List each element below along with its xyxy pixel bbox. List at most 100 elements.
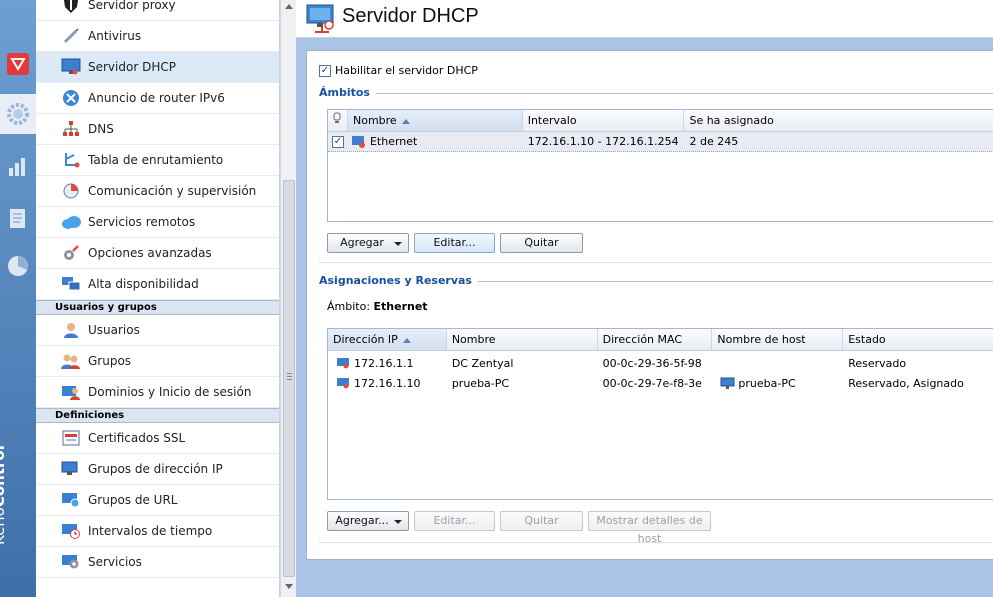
nav-item-ssl-certificates[interactable]: Certificados SSL — [36, 423, 279, 454]
reservation-remove-button[interactable]: Quitar — [500, 511, 583, 531]
rail-configuration-button[interactable] — [0, 94, 36, 134]
nav-item-remote-services[interactable]: Servicios remotos — [36, 207, 279, 238]
reservations-scope-label: Ámbito: Ethernet — [327, 300, 428, 313]
nav-item-routing-table[interactable]: Tabla de enrutamiento — [36, 145, 279, 176]
servers-icon — [60, 273, 82, 295]
shield-icon — [60, 0, 82, 16]
scope-add-button[interactable]: Agregar — [327, 233, 409, 253]
reservation-row[interactable]: 172.16.1.10 prueba-PC 00-0c-29-7e-f8-3e … — [328, 373, 993, 393]
column-mac-address[interactable]: Dirección MAC — [598, 329, 713, 350]
nav-scrollbar[interactable] — [280, 0, 296, 597]
pie-icon — [60, 180, 82, 202]
scope-edit-button[interactable]: Editar... — [414, 233, 495, 253]
reservations-scope-value: Ethernet — [373, 300, 428, 313]
reservation-add-button[interactable]: Agregar... — [327, 511, 409, 531]
app-rail: KerioControl — [0, 0, 36, 597]
cloud-icon — [60, 211, 82, 233]
scroll-up-arrow-icon[interactable] — [285, 4, 293, 9]
device-icon — [337, 357, 349, 368]
scopes-grid: Nombre Intervalo Se ha asignado ✓ Ethern… — [327, 109, 993, 222]
scroll-down-arrow-icon[interactable] — [285, 584, 293, 589]
nav-item-antivirus[interactable]: Antivirus — [36, 21, 279, 52]
device-icon — [337, 377, 349, 388]
domain-icon — [60, 381, 82, 403]
nav-item-communication-monitoring[interactable]: Comunicación y supervisión — [36, 176, 279, 207]
nav-item-dns[interactable]: DNS — [36, 114, 279, 145]
nav-item-users[interactable]: Usuarios — [36, 315, 279, 346]
grip-icon — [287, 373, 292, 380]
url-group-icon — [60, 489, 82, 511]
column-host-name[interactable]: Nombre de host — [712, 329, 844, 350]
dhcp-server-icon — [306, 4, 334, 33]
scope-remove-button[interactable]: Quitar — [500, 233, 583, 253]
enable-dhcp-checkbox[interactable]: ✓ — [319, 64, 331, 77]
page-header: Servidor DHCP — [296, 0, 993, 38]
nav-section-definitions: Definiciones — [36, 408, 279, 423]
shield-icon — [7, 53, 29, 75]
clock-icon — [60, 520, 82, 542]
network-interface-icon — [351, 135, 365, 148]
reservations-grid: Dirección IP Nombre Dirección MAC Nombre… — [327, 328, 993, 500]
enable-dhcp-row: ✓ Habilitar el servidor DHCP — [319, 64, 478, 77]
nav-item-proxy-server[interactable]: Servidor proxy — [36, 0, 279, 21]
reservations-grid-header: Dirección IP Nombre Dirección MAC Nombre… — [328, 329, 993, 351]
gear-icon — [7, 103, 29, 125]
router-icon — [60, 87, 82, 109]
network-tree-icon — [60, 118, 82, 140]
bar-chart-icon — [9, 158, 25, 176]
nav-item-time-intervals[interactable]: Intervalos de tiempo — [36, 516, 279, 547]
reservation-row[interactable]: 172.16.1.1 DC Zentyal 00-0c-29-36-5f-98 … — [328, 353, 993, 373]
tools-icon — [60, 242, 82, 264]
pie-chart-icon — [8, 256, 28, 276]
navigation-list: Servidor proxy Antivirus Servidor DHCP A… — [36, 0, 280, 597]
scope-enabled-checkbox[interactable]: ✓ — [332, 135, 344, 148]
nav-item-groups[interactable]: Grupos — [36, 346, 279, 377]
nav-item-ip-address-groups[interactable]: Grupos de dirección IP — [36, 454, 279, 485]
routing-icon — [60, 149, 82, 171]
page-title: Servidor DHCP — [342, 5, 479, 27]
brand-logo: KerioControl — [0, 445, 8, 545]
enable-dhcp-label: Habilitar el servidor DHCP — [335, 64, 478, 77]
reservations-legend: Asignaciones y Reservas — [319, 274, 478, 287]
services-icon — [60, 551, 82, 573]
user-icon — [60, 319, 82, 341]
column-range[interactable]: Intervalo — [523, 110, 685, 131]
rail-statistics-button[interactable] — [0, 146, 36, 186]
scopes-grid-header: Nombre Intervalo Se ha asignado — [328, 110, 993, 132]
nav-item-ipv6-router-advertisement[interactable]: Anuncio de router IPv6 — [36, 83, 279, 114]
bulb-icon — [333, 112, 341, 123]
certificate-icon — [60, 427, 82, 449]
column-assigned[interactable]: Se ha asignado — [684, 110, 993, 131]
rail-reports-button[interactable] — [0, 246, 36, 286]
column-status[interactable]: Estado — [843, 329, 993, 350]
nav-item-services[interactable]: Servicios — [36, 547, 279, 578]
show-host-details-button[interactable]: Mostrar detalles de host — [588, 511, 711, 545]
group-icon — [60, 350, 82, 372]
scope-row[interactable]: ✓ Ethernet 172.16.1.10 - 172.16.1.254 2 … — [328, 132, 993, 152]
nav-item-domains-login[interactable]: Dominios y Inicio de sesión — [36, 377, 279, 408]
column-res-name[interactable]: Nombre — [447, 329, 598, 350]
dropdown-caret-icon — [394, 520, 402, 524]
monitor-icon — [60, 56, 82, 78]
sort-ascending-icon — [402, 337, 411, 343]
rail-logs-button[interactable] — [0, 198, 36, 238]
ip-group-icon — [60, 458, 82, 480]
column-ip-address[interactable]: Dirección IP — [328, 329, 447, 350]
nav-item-advanced-options[interactable]: Opciones avanzadas — [36, 238, 279, 269]
sort-ascending-icon — [401, 118, 410, 124]
nav-section-users-groups: Usuarios y grupos — [36, 300, 279, 315]
column-name[interactable]: Nombre — [347, 110, 523, 131]
nav-item-dhcp-server[interactable]: Servidor DHCP — [36, 52, 279, 83]
document-icon — [10, 209, 25, 228]
reservation-edit-button[interactable]: Editar... — [414, 511, 495, 531]
nav-scrollbar-thumb[interactable] — [283, 180, 295, 577]
nav-item-high-availability[interactable]: Alta disponibilidad — [36, 269, 279, 300]
nav-item-url-groups[interactable]: Grupos de URL — [36, 485, 279, 516]
dhcp-settings-panel: ✓ Habilitar el servidor DHCP Ámbitos Nom… — [306, 50, 993, 560]
column-enabled[interactable] — [328, 110, 348, 131]
main-content: Servidor DHCP ✓ Habilitar el servidor DH… — [296, 0, 993, 597]
syringe-icon — [60, 25, 82, 47]
monitor-icon — [720, 377, 735, 389]
rail-security-button[interactable] — [0, 44, 36, 84]
scopes-legend: Ámbitos — [319, 86, 376, 99]
